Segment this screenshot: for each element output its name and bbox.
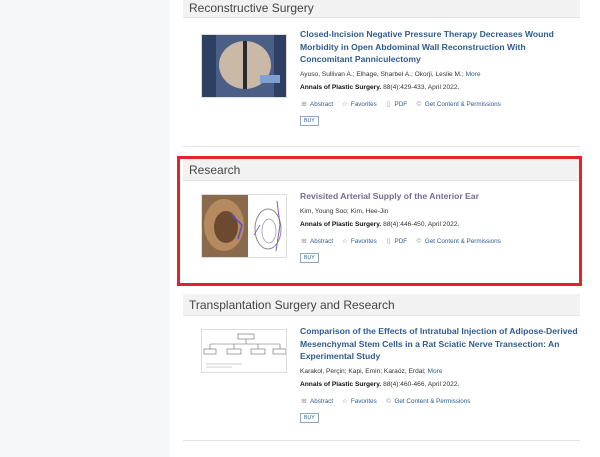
pdf-file-icon: ▯ [386,100,391,108]
thumbnail-image [202,330,286,372]
abstract-link[interactable]: ⊞ Abstract [300,101,333,108]
favorites-link[interactable]: ☆ Favorites [341,398,377,405]
abstract-link[interactable]: ⊞ Abstract [300,398,333,405]
article-actions: ⊞ Abstract ☆ Favorites ▯ PDF © Get Content &… [300,100,580,109]
article-content: Closed-Incision Negative Pressure Therap… [300,28,580,127]
pdf-label: PDF [394,100,408,108]
section-reconstructive-surgery: Reconstructive Surgery Closed-Incision N… [183,0,580,147]
favorites-link[interactable]: ☆ Favorites [341,101,377,108]
permissions-label: Get Content & Permissions [424,100,501,108]
permissions-link[interactable]: © Get Content & Permissions [385,397,471,405]
section-divider [183,146,580,147]
article-content: Comparison of the Effects of Intratubal … [300,325,580,424]
highlight-box [177,156,582,286]
article-citation: Annals of Plastic Surgery. 88(4):429-433… [300,83,580,92]
plus-square-icon: ⊞ [301,397,307,405]
article-title-link[interactable]: Closed-Incision Negative Pressure Therap… [300,28,580,66]
article-citation: Annals of Plastic Surgery. 88(4):460-466… [300,380,580,389]
authors-text: Ayuso, Sullivan A.; Elhage, Sharbel A.; … [300,70,464,78]
more-authors-link[interactable]: More [466,71,481,78]
copyright-icon: © [416,100,422,108]
pdf-link[interactable]: ▯ PDF [385,100,408,108]
abstract-label: Abstract [310,397,334,405]
authors-text: Karakol, Perçin; Kapi, Emin; Karaöz, Erd… [300,367,426,375]
abstract-label: Abstract [310,100,334,108]
buy-button[interactable]: BUY [300,115,319,126]
favorites-label: Favorites [350,100,377,108]
article-title-link[interactable]: Comparison of the Effects of Intratubal … [300,325,580,363]
favorites-label: Favorites [350,397,377,405]
article-thumbnail[interactable] [201,329,287,373]
article-authors: Ayuso, Sullivan A.; Elhage, Sharbel A.; … [300,70,580,79]
more-authors-link[interactable]: More [428,368,443,375]
star-icon: ☆ [341,100,348,108]
journal-name: Annals of Plastic Surgery. [300,83,382,91]
citation-text: 88(4):460-466, April 2022. [381,380,460,388]
section-transplantation-surgery-and-research: Transplantation Surgery and Research Com… [183,294,580,441]
section-header: Transplantation Surgery and Research [183,294,580,316]
copyright-icon: © [386,397,391,405]
article-authors: Karakol, Perçin; Kapi, Emin; Karaöz, Erd… [300,367,580,376]
buy-button[interactable]: BUY [300,412,319,423]
article-actions: ⊞ Abstract ☆ Favorites © Get Content & Perm… [300,397,580,406]
section-header: Reconstructive Surgery [183,0,580,18]
permissions-label: Get Content & Permissions [394,397,471,405]
journal-name: Annals of Plastic Surgery. [300,380,382,388]
permissions-link[interactable]: © Get Content & Permissions [415,100,501,108]
article-thumbnail[interactable] [201,34,287,98]
citation-text: 88(4):429-433, April 2022. [381,83,460,91]
thumbnail-image [202,35,286,97]
star-icon: ☆ [341,397,348,405]
section-divider [183,440,580,441]
left-sidebar [0,0,170,457]
plus-square-icon: ⊞ [301,100,307,108]
